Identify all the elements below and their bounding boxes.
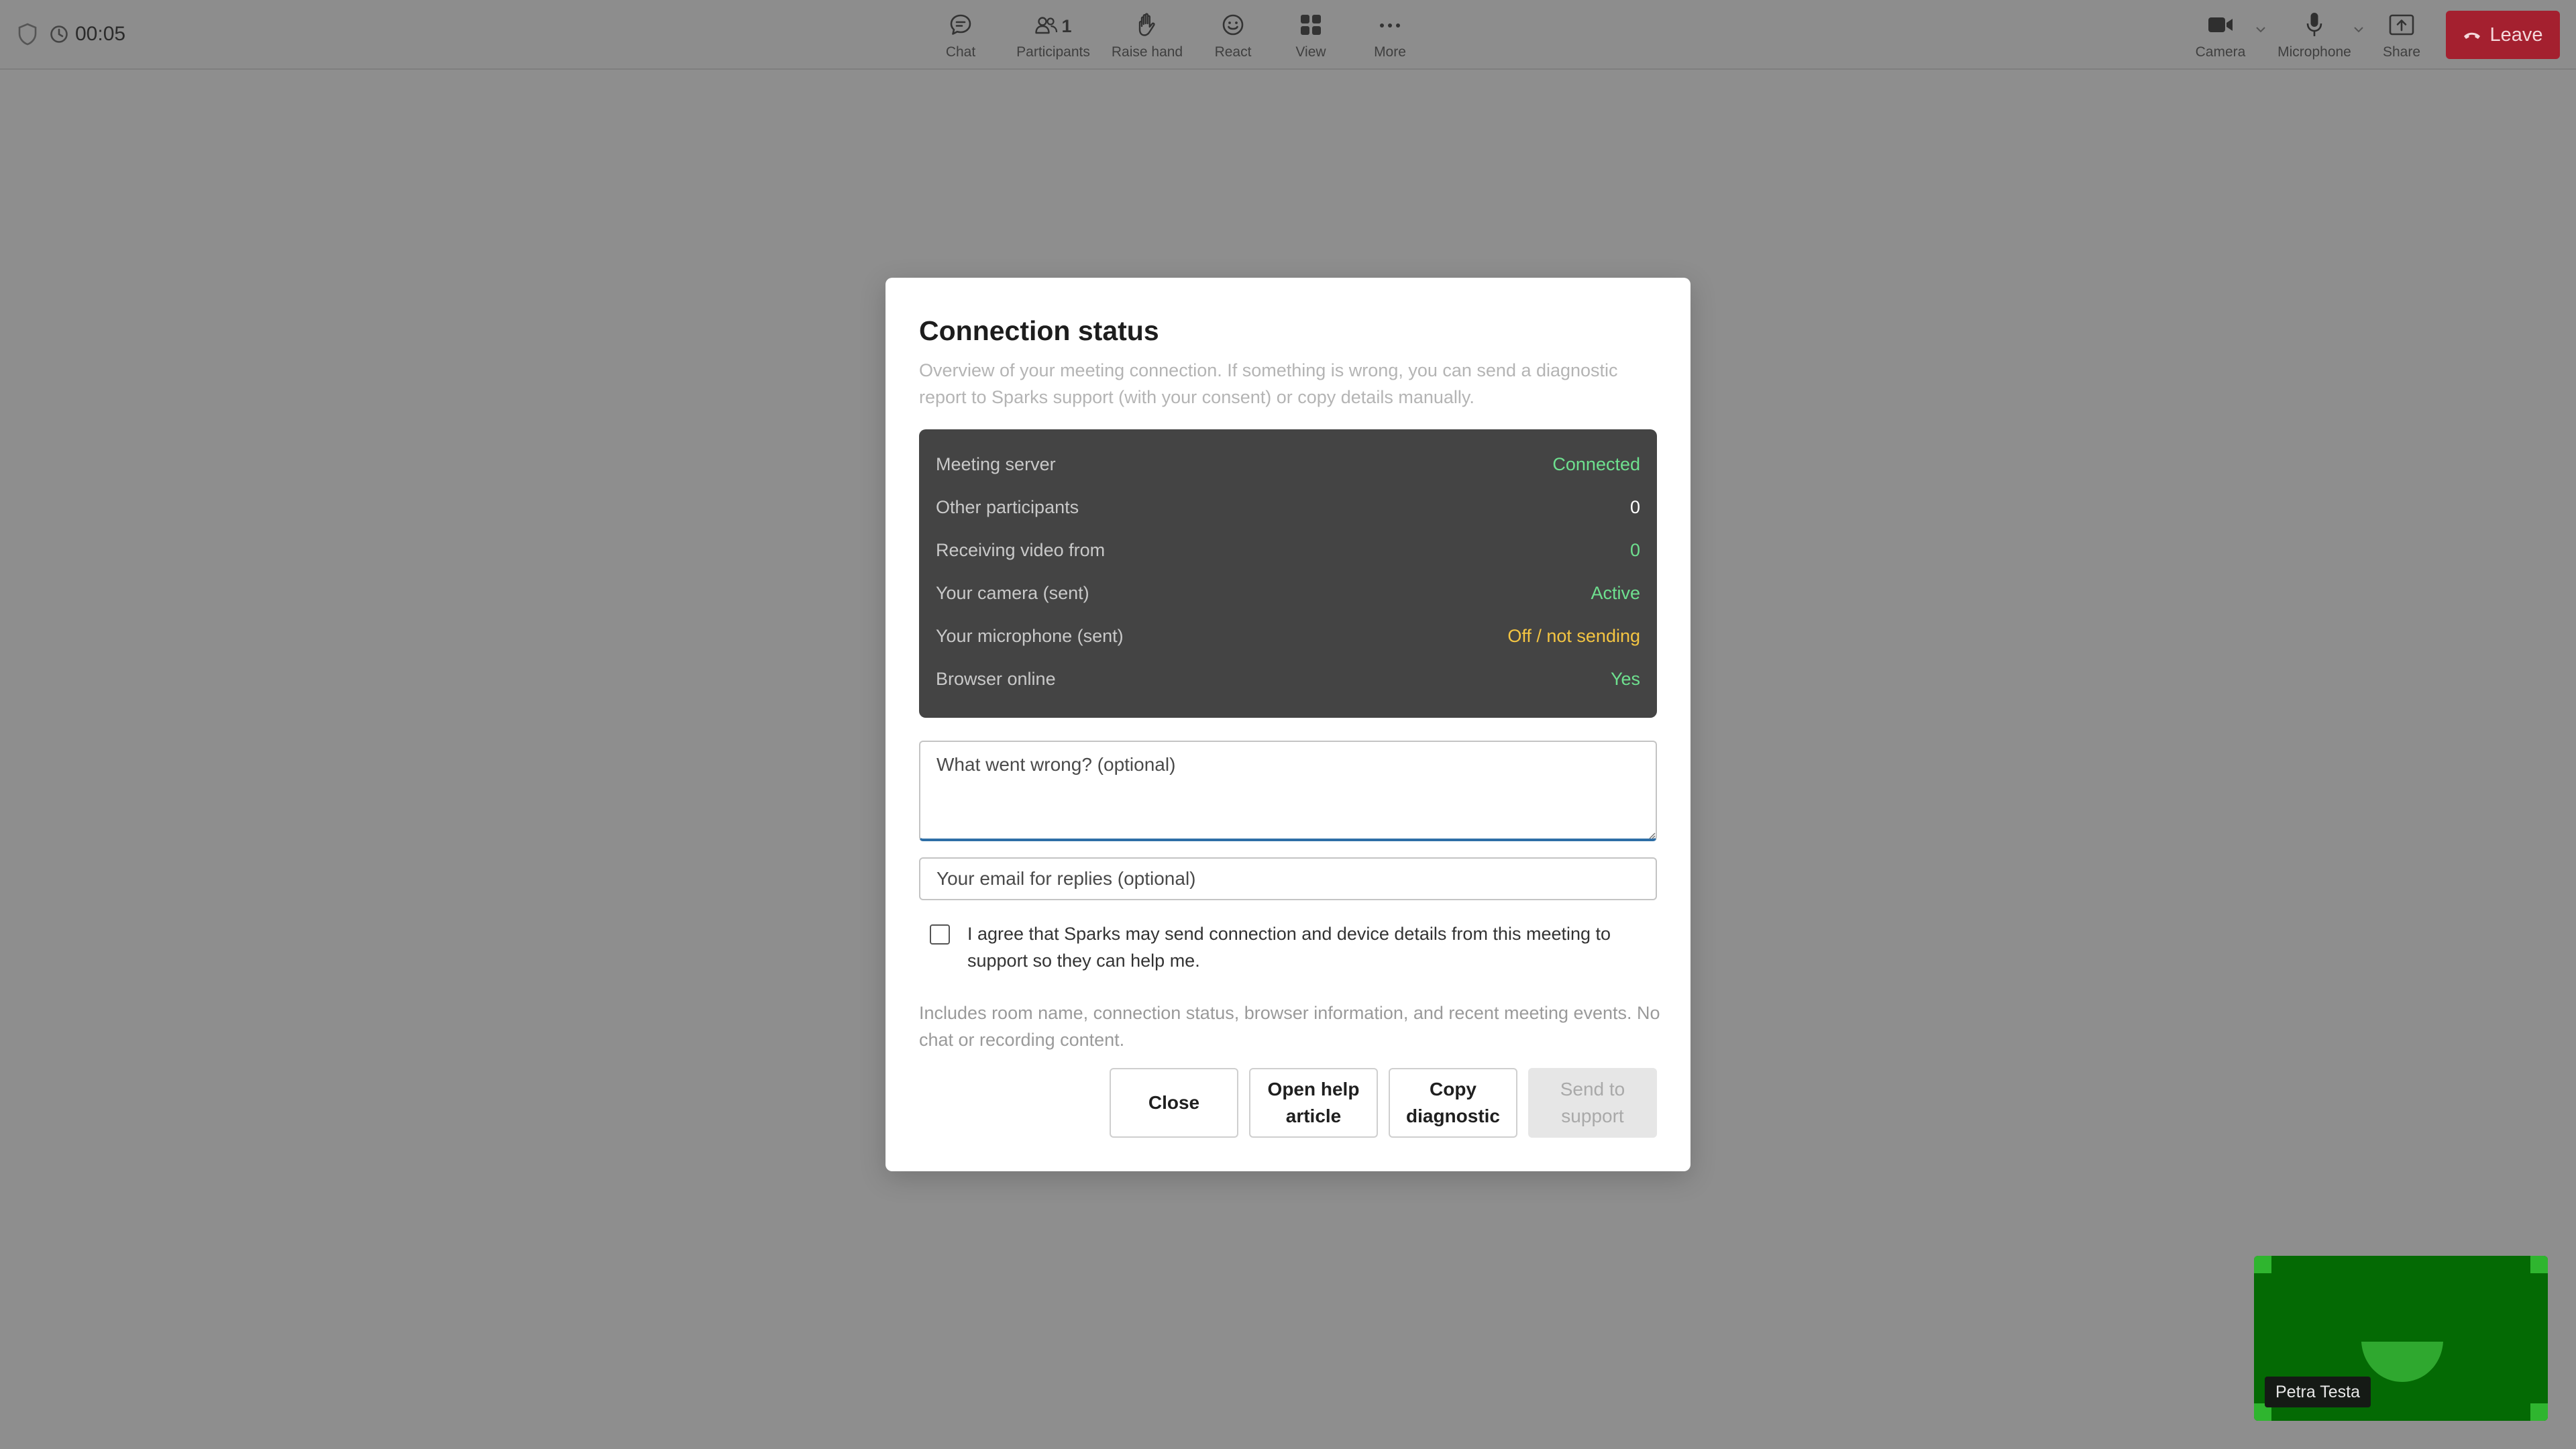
microphone-label: Microphone — [2277, 44, 2351, 60]
leave-button[interactable]: Leave — [2446, 11, 2560, 59]
video-corner-marker — [2254, 1256, 2271, 1273]
raise-hand-button[interactable]: Raise hand — [1097, 7, 1197, 63]
status-value: 0 — [1629, 496, 1640, 517]
send-button-label: Send to support — [1560, 1079, 1625, 1126]
status-row-other-participants: Other participants 0 — [936, 486, 1640, 529]
open-help-article-button[interactable]: Open help article — [1249, 1068, 1378, 1138]
copy-diagnostic-button[interactable]: Copy diagnostic — [1389, 1068, 1517, 1138]
shield-icon[interactable] — [17, 23, 38, 46]
more-button[interactable]: More — [1352, 7, 1428, 63]
smiley-icon — [1221, 13, 1245, 40]
view-button[interactable]: View — [1269, 7, 1352, 63]
react-label: React — [1214, 44, 1252, 60]
video-corner-marker — [2530, 1403, 2548, 1421]
video-figure — [2360, 1340, 2445, 1387]
video-corner-marker — [2530, 1256, 2548, 1273]
participants-count: 1 — [1061, 15, 1072, 36]
share-label: Share — [2382, 44, 2421, 60]
chat-button[interactable]: Chat — [912, 7, 1009, 63]
participant-name-tag: Petra Testa — [2265, 1377, 2371, 1407]
close-button-label: Close — [1148, 1092, 1200, 1113]
problem-description-field[interactable] — [919, 741, 1657, 841]
leave-label: Leave — [2489, 23, 2543, 46]
status-label: Your microphone (sent) — [936, 625, 1124, 646]
send-to-support-button[interactable]: Send to support — [1528, 1068, 1657, 1138]
status-value: 0 — [1629, 539, 1640, 560]
consent-checkbox[interactable] — [930, 924, 950, 945]
consent-label[interactable]: I agree that Sparks may send connection … — [967, 920, 1661, 974]
microphone-chevron-down-icon[interactable] — [2353, 24, 2364, 36]
participants-button[interactable]: 1 Participants — [1009, 7, 1097, 63]
chat-icon — [949, 13, 973, 40]
status-label: Other participants — [936, 496, 1079, 517]
clock-icon — [50, 25, 68, 44]
hand-icon — [1136, 12, 1159, 41]
status-value: Off / not sending — [1507, 625, 1640, 646]
more-label: More — [1374, 44, 1406, 60]
view-label: View — [1295, 44, 1326, 60]
phone-hangup-icon — [2463, 24, 2481, 46]
consent-row: I agree that Sparks may send connection … — [930, 920, 1661, 974]
microphone-button[interactable]: Microphone — [2277, 7, 2363, 63]
device-controls: Camera Microphone Share — [2187, 7, 2428, 63]
status-label: Meeting server — [936, 453, 1056, 474]
dialog-title: Connection status — [919, 315, 1159, 346]
status-row-receiving-video: Receiving video from 0 — [936, 529, 1640, 572]
help-button-label: Open help article — [1267, 1079, 1360, 1126]
status-value: Connected — [1552, 453, 1640, 474]
raise-hand-label: Raise hand — [1111, 44, 1183, 60]
meeting-info: 00:05 — [17, 20, 125, 48]
timer-text: 00:05 — [75, 23, 126, 45]
status-value: Active — [1591, 582, 1640, 603]
connection-status-dialog: Connection status Overview of your meeti… — [885, 278, 1690, 1171]
status-label: Browser online — [936, 668, 1056, 689]
toolbar: Chat 1 Participants Raise hand React Vie… — [912, 7, 1428, 63]
meeting-timer: 00:05 — [50, 23, 125, 46]
camera-button[interactable]: Camera — [2187, 7, 2265, 63]
camera-chevron-down-icon[interactable] — [2255, 24, 2266, 36]
includes-note: Includes room name, connection status, b… — [919, 1003, 1660, 1050]
camera-icon — [2207, 15, 2234, 38]
participants-icon — [1034, 15, 1059, 38]
top-bar: 00:05 Chat 1 Participants Raise hand Rea… — [0, 0, 2576, 70]
status-label: Receiving video from — [936, 539, 1106, 560]
share-icon — [2389, 14, 2414, 39]
status-row-meeting-server: Meeting server Connected — [936, 443, 1640, 486]
status-row-browser-online: Browser online Yes — [936, 657, 1640, 700]
status-row-microphone: Your microphone (sent) Off / not sending — [936, 614, 1640, 657]
more-icon — [1379, 20, 1401, 32]
status-value: Yes — [1610, 668, 1640, 689]
microphone-icon — [2305, 11, 2324, 42]
close-button[interactable]: Close — [1110, 1068, 1238, 1138]
react-button[interactable]: React — [1197, 7, 1269, 63]
participants-label: Participants — [1016, 44, 1090, 60]
copy-button-label: Copy diagnostic — [1405, 1079, 1500, 1126]
chat-label: Chat — [945, 44, 976, 60]
status-row-camera: Your camera (sent) Active — [936, 572, 1640, 614]
share-button[interactable]: Share — [2375, 7, 2428, 63]
dialog-description: Overview of your meeting connection. If … — [919, 360, 1618, 407]
camera-label: Camera — [2195, 44, 2246, 60]
status-label: Your camera (sent) — [936, 582, 1089, 603]
self-view-video[interactable]: Petra Testa — [2254, 1256, 2548, 1421]
email-field[interactable] — [919, 857, 1657, 900]
resize-grip-icon[interactable] — [1648, 830, 1656, 843]
grid-icon — [1299, 13, 1322, 40]
status-panel: Meeting server Connected Other participa… — [919, 429, 1657, 718]
